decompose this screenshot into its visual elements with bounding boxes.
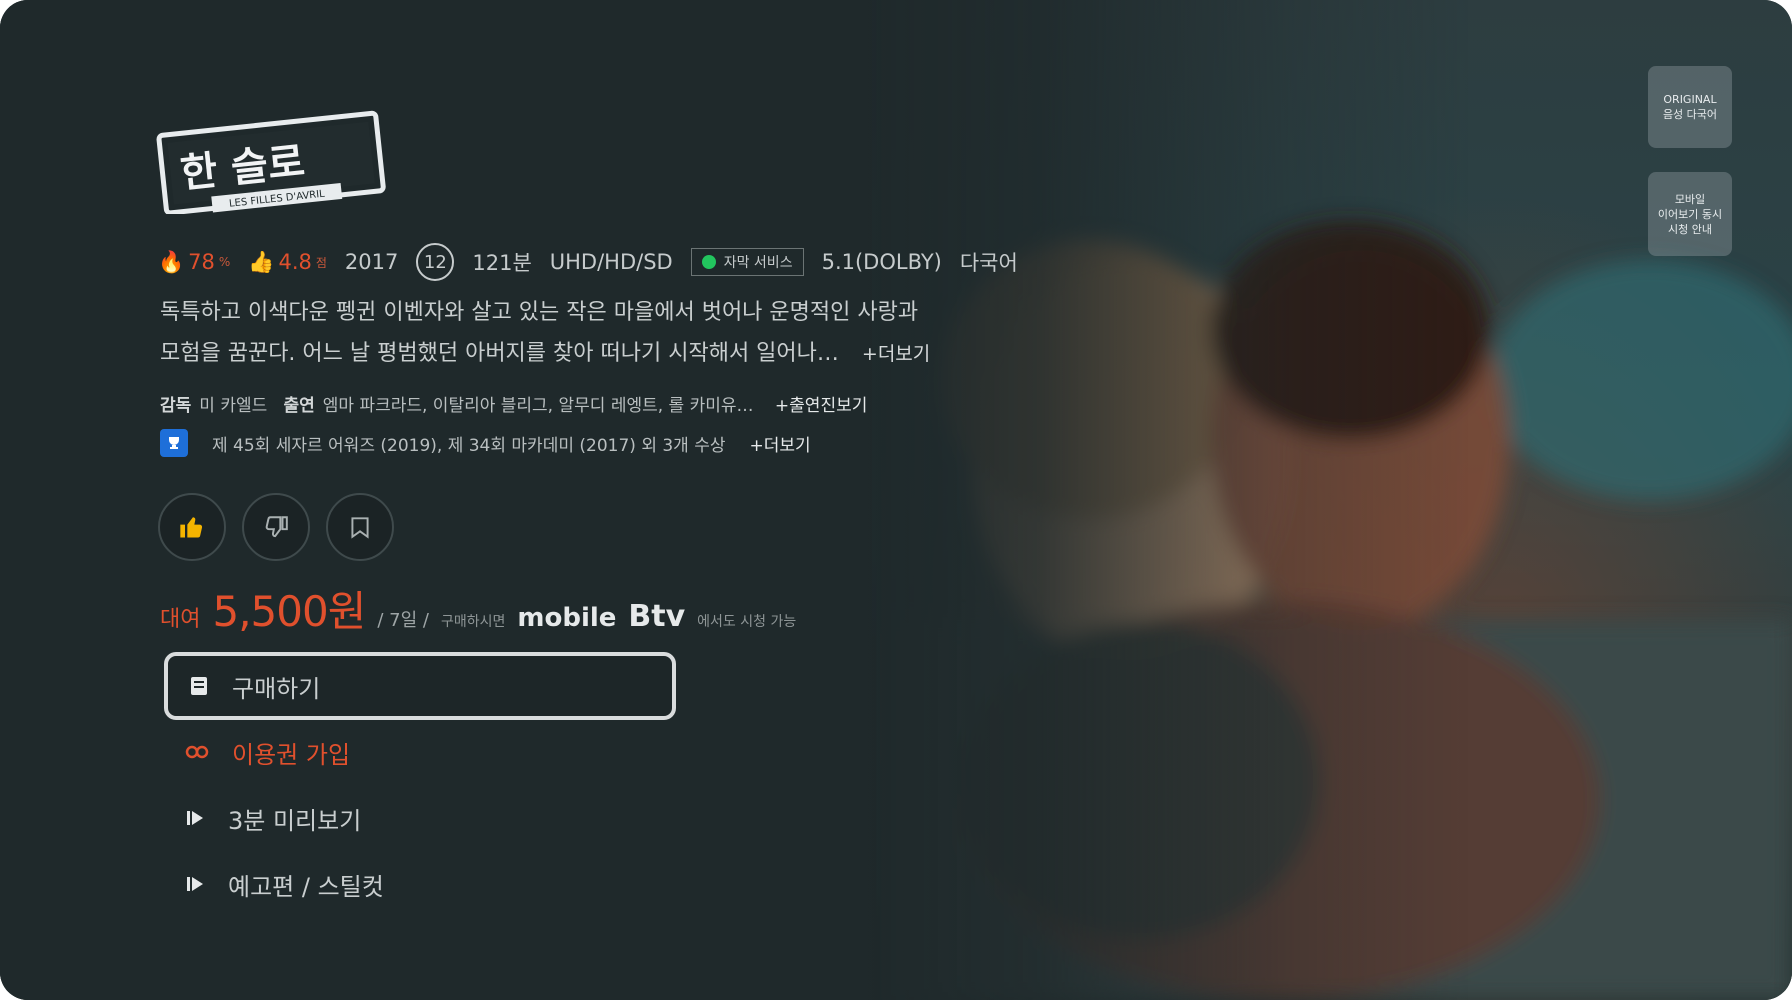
mobile-info-line3: 시청 안내 (1668, 222, 1712, 236)
audio-info-button[interactable]: ORIGINAL 음성 다국어 (1648, 66, 1732, 148)
subtitle-badge: 자막 서비스 (690, 248, 804, 276)
purchase-label: 구매하기 (232, 674, 321, 703)
pass-subscribe-button[interactable]: 이용권 가입 (164, 718, 676, 786)
audio-format: 5.1(DOLBY) (821, 250, 942, 274)
synopsis: 독특하고 이색다운 펭귄 이벤자와 살고 있는 작은 마을에서 벗어나 운명적인… (160, 292, 1090, 375)
like-button[interactable] (158, 493, 226, 561)
device-note: 구매하시면 (440, 614, 506, 630)
language: 다국어 (959, 251, 1018, 275)
thumbs-down-icon (265, 516, 288, 538)
audio-info-line1: ORIGINAL (1663, 93, 1717, 106)
bookmark-icon (351, 517, 369, 539)
title-logo: 한 슬로 LES FILLES D'AVRIL (156, 110, 386, 214)
cast-more-link[interactable]: +출연진보기 (775, 396, 867, 416)
quality: UHD/HD/SD (549, 250, 673, 274)
purchase-button[interactable]: 구매하기 (164, 652, 676, 720)
thumbs-up-icon (180, 517, 203, 538)
rating: 👍 4.8 점 (248, 250, 327, 275)
detail-screen: ORIGINAL 음성 다국어 모바일 이어보기 동시 시청 안내 한 슬로 L… (0, 0, 1792, 1000)
bookmark-button[interactable] (326, 493, 394, 561)
awards: 제 45회 세자르 어워즈 (2019), 제 34회 마카데미 (2017) … (160, 429, 811, 457)
like-value: 78 (188, 250, 215, 274)
awards-text: 제 45회 세자르 어워즈 (2019), 제 34회 마카데미 (2017) … (212, 435, 726, 456)
rental-period: / 7일 / (377, 610, 429, 631)
fire-icon: 🔥 (158, 249, 185, 274)
dislike-button[interactable] (242, 493, 310, 561)
synopsis-line1: 독특하고 이색다운 펭귄 이벤자와 살고 있는 작은 마을에서 벗어나 운명적인… (160, 300, 919, 325)
cast-label: 출연 (283, 396, 315, 416)
preview-button[interactable]: 3분 미리보기 (164, 784, 676, 852)
btv-logo-text: Btv (628, 599, 686, 634)
like-rate: 🔥 78% (158, 250, 230, 275)
price-label: 대여 (160, 607, 201, 632)
pass-icon (185, 745, 209, 759)
director-name: 미 카엘드 (199, 396, 268, 416)
device-extra-note: 에서도 시청 가능 (697, 614, 797, 630)
preview-label: 3분 미리보기 (228, 806, 362, 835)
like-unit: % (218, 255, 231, 269)
mobile-info-button[interactable]: 모바일 이어보기 동시 시청 안내 (1648, 172, 1732, 256)
trophy-icon (160, 429, 188, 457)
purchase-icon (191, 677, 207, 695)
duration: 121분 (472, 251, 532, 275)
credits: 감독 미 카엘드 출연 엠마 파크라드, 이탈리아 블리그, 알무디 레엥트, 롤 … (160, 391, 867, 416)
trailer-label: 예고편 / 스틸컷 (228, 872, 384, 901)
price-amount: 5,500원 (212, 587, 366, 636)
thumb-icon: 👍 (248, 249, 275, 274)
mobile-info-line1: 모바일 (1674, 192, 1706, 206)
awards-more-link[interactable]: +더보기 (750, 431, 811, 456)
price-row: 대여 5,500원 / 7일 / 구매하시면 mobile Btv 에서도 시청… (160, 578, 796, 639)
director-label: 감독 (160, 396, 192, 416)
cast-names: 엠마 파크라드, 이탈리아 블리그, 알무디 레엥트, 롤 카미유… (322, 396, 754, 416)
pass-subscribe-label: 이용권 가입 (232, 740, 351, 769)
subtitle-dot-icon (701, 255, 716, 269)
play-icon (187, 877, 203, 891)
mobile-info-line2: 이어보기 동시 (1657, 207, 1723, 221)
meta-row: 🔥 78% 👍 4.8 점 2017 12 121분 UHD/HD/SD 자막 서… (158, 243, 1018, 281)
audio-info-line2: 음성 다국어 (1662, 108, 1718, 121)
rating-unit: 점 (315, 255, 327, 270)
play-icon (187, 811, 203, 825)
trailer-button[interactable]: 예고편 / 스틸컷 (164, 850, 676, 918)
release-year: 2017 (344, 250, 399, 274)
synopsis-more-link[interactable]: +더보기 (862, 343, 930, 365)
age-rating-badge: 12 (416, 243, 455, 281)
subtitle-badge-label: 자막 서비스 (723, 255, 793, 271)
mobile-logo-text: mobile (517, 603, 617, 633)
rating-value: 4.8 (278, 250, 312, 274)
synopsis-line2-wrap: 모험을 꿈꾼다. 어느 날 평범했던 아버지를 찾아 떠나기 시작해서 일어나…… (160, 333, 1090, 375)
synopsis-line2: 모험을 꿈꾼다. 어느 날 평범했던 아버지를 찾아 떠나기 시작해서 일어나… (160, 341, 839, 366)
